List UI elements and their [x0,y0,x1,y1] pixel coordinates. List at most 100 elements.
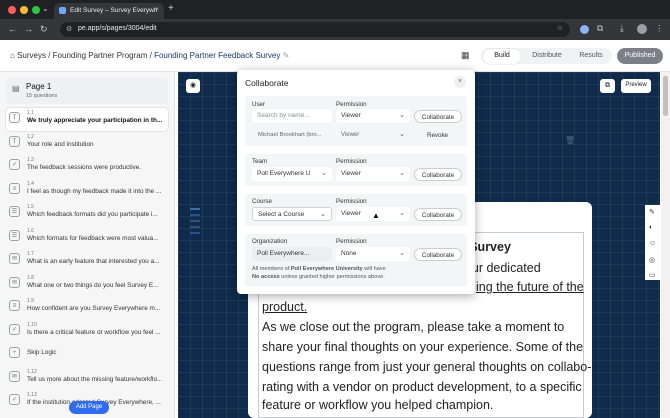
organization-collaborate-button[interactable]: Collaborate [414,248,462,261]
question-item[interactable]: ✉ 1.7 What is an early feature that intere… [6,249,168,272]
camera-icon[interactable]: ◉ [186,79,200,93]
question-item[interactable]: ✓ 1.3 The feedback sessions were productiv… [6,155,168,178]
browser-tab-bar: ⌄ Edit Survey – Survey Everywh × + [0,0,670,19]
note-access-level: No access [252,274,280,280]
url-field[interactable]: ⚙ pe.app/s/pages/3004/edit ☆ [60,22,570,37]
question-item[interactable]: ≡ 1.9 How confident are you Survey Everywh… [6,296,168,319]
window-close-button[interactable] [8,6,16,14]
user-permission-label: Permission [336,101,367,108]
forward-icon[interactable]: → [24,24,33,34]
intro-text-line: rating with a vendor on product developm… [262,380,582,394]
user-collaborate-button[interactable]: Collaborate [414,110,462,123]
browser-tab[interactable]: Edit Survey – Survey Everywh × [54,3,164,19]
question-label: Which feedback formats did you participa… [27,211,158,218]
breadcrumb-surveys[interactable]: Surveys [17,51,46,60]
trash-icon[interactable]: 🗑 [565,136,575,145]
window-minimize-button[interactable] [20,6,28,14]
question-item[interactable]: ✓ 1.10 Is there a critical feature or work… [6,320,168,343]
question-number: 1.7 [27,251,34,257]
palette-icon[interactable]: ◐ [649,224,653,231]
scrollbar[interactable] [661,72,670,418]
revoke-button[interactable]: Revoke [427,132,448,139]
note-text: will have [364,266,386,272]
intro-text-line: questions range from just your general t… [262,360,592,374]
extension-icon[interactable] [580,25,589,34]
question-number: 1.8 [27,274,34,281]
team-permission-select[interactable]: Viewer ⌄ [336,167,410,181]
extensions-puzzle-icon[interactable]: ⧉ [597,23,603,34]
app-header: ⌂ Surveys / Founding Partner Program / F… [0,40,670,72]
tab-build[interactable]: Build [483,49,521,64]
question-item[interactable]: T 1.2 Your role and institution [6,132,168,155]
user-search-input[interactable]: Search by name... [252,109,332,123]
user-permission-select[interactable]: Viewer ⌄ [336,109,410,123]
list-icon: ☰ [9,206,20,217]
question-label: What is an early feature that interested… [27,258,160,265]
profile-avatar[interactable] [637,24,647,34]
reload-icon[interactable]: ↻ [40,24,48,35]
published-button[interactable]: Published [617,48,663,64]
skip-logic-item[interactable]: ⑂ Skip Logic [6,343,168,366]
close-icon[interactable]: × [454,76,466,88]
question-number: 1.1 [27,110,34,116]
back-icon[interactable]: ← [8,24,17,34]
question-item[interactable]: T 1.1 We truly appreciate your participati… [6,108,168,131]
scroll-indicator-tick [190,214,200,216]
question-label: Which formats for feedback were most val… [27,234,159,242]
download-icon[interactable]: ⤓ [620,23,624,34]
intro-text-line: ing the future of the [476,280,584,294]
tab-close-icon[interactable]: × [155,6,159,13]
compass-icon[interactable]: ◎ [649,256,655,264]
text-icon: T [9,135,20,147]
browser-menu-icon[interactable]: ⋮ [655,23,664,34]
tab-results[interactable]: Results [572,49,610,64]
site-info-icon[interactable]: ⚙ [66,25,72,33]
edit-pencil-icon[interactable]: ✎ [283,51,290,60]
users-icon[interactable]: ☺ [649,240,656,247]
collaborate-modal: Collaborate × User Permission Search by … [237,70,475,294]
question-sidebar: ▤ Page 1 15 questions T 1.1 We truly appre… [0,72,175,418]
team-select[interactable]: Poll Everywhere U ⌄ [252,167,332,181]
question-item[interactable]: ☰ 1.6 Which formats for feedback were most… [6,226,168,249]
comment-icon[interactable]: ▭ [649,271,656,279]
check-icon: ✓ [9,159,20,170]
breadcrumb-program[interactable]: / Founding Partner Program [48,51,147,60]
mouse-cursor: ▲ [372,211,380,220]
add-page-button[interactable]: Add Page [69,401,109,414]
question-number: 1.12 [27,368,37,375]
course-select[interactable]: Select a Course ⌄ [252,207,332,221]
course-collaborate-button[interactable]: Collaborate [414,208,462,221]
tab-title: Edit Survey – Survey Everywh [70,7,158,14]
check-icon: ✓ [9,323,20,335]
question-item[interactable]: ✉ 1.12 Tell us more about the missing feat… [6,367,168,390]
preview-button[interactable]: Preview [621,79,651,93]
scale-icon: ≡ [9,300,20,311]
team-collaborate-button[interactable]: Collaborate [414,168,462,181]
member-permission-select[interactable]: Viewer ⌄ [336,128,410,142]
question-item[interactable]: ≡ 1.4 I feel as though my feedback made it… [6,179,168,202]
course-value: Select a Course [258,211,305,218]
new-tab-icon[interactable]: + [168,3,174,14]
chevron-down-icon: ⌄ [320,211,326,218]
list-icon: ☰ [9,229,20,241]
edit-wand-icon[interactable]: ✎ [649,208,655,216]
note-text: All members of [252,266,290,272]
calendar-icon[interactable]: ▦ [461,50,470,61]
page-card[interactable]: ▤ Page 1 15 questions [6,78,168,104]
question-item[interactable]: ✉ 1.8 What one or two things do you feel S… [6,273,168,296]
window-maximize-button[interactable] [32,6,40,14]
question-item[interactable]: ☰ 1.5 Which feedback formats did you parti… [6,202,168,225]
chevron-down-icon: ⌄ [399,131,405,138]
intro-text-line: As we close out the program, please take… [262,320,565,334]
tab-distribute[interactable]: Distribute [526,49,568,64]
bookmark-star-icon[interactable]: ☆ [557,24,563,32]
scrollbar-thumb[interactable] [663,76,668,116]
share-icon[interactable]: ⧉ [600,79,615,93]
tab-list-chevron-icon[interactable]: ⌄ [42,4,49,13]
organization-permission-label: Permission [336,238,367,245]
organization-permission-select[interactable]: None ⌄ [336,247,410,261]
url-text: pe.app/s/pages/3004/edit [78,25,157,32]
chevron-down-icon: ⌄ [399,170,405,177]
note-org-name: Poll Everywhere University [290,266,363,272]
scroll-indicator-tick [190,208,200,210]
